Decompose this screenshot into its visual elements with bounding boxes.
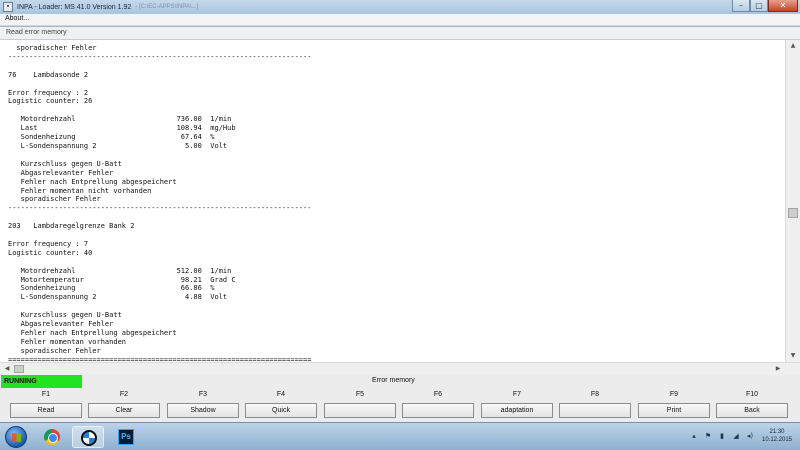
- f5-button[interactable]: [324, 403, 396, 418]
- vertical-scroll-thumb[interactable]: [788, 208, 798, 218]
- battery-icon[interactable]: ▮: [718, 432, 726, 440]
- output-line: L-Sondenspannung 2 4.88 Volt: [8, 293, 228, 302]
- output-line: 76 Lambdasonde 2: [8, 70, 89, 79]
- output-line: Sondenheizung 66.86 %: [8, 284, 215, 293]
- fkey-label-f4: F4: [276, 391, 286, 398]
- output-line: ----------------------------------------…: [8, 204, 312, 213]
- network-icon[interactable]: ◢: [732, 432, 740, 440]
- bmw-inpa-icon[interactable]: [72, 426, 104, 448]
- output-line: Fehler nach Entprellung abgespeichert: [8, 329, 177, 337]
- fkey-label-f6: F6: [433, 391, 443, 398]
- output-line: Abgasrelevanter Fehler: [8, 168, 114, 177]
- output-line: sporadischer Fehler: [8, 195, 101, 204]
- fkey-label-f2: F2: [119, 391, 129, 398]
- output-line: Logistic counter: 26: [8, 97, 93, 106]
- maximize-icon: ▢: [755, 1, 763, 10]
- status-running: RUNNING: [1, 375, 82, 388]
- app-icon: ▪: [3, 2, 13, 12]
- screen-title: Error memory: [372, 377, 415, 384]
- horizontal-scrollbar[interactable]: ◀ ▶: [0, 362, 800, 375]
- fkey-label-f10: F10: [745, 391, 759, 398]
- fkey-label-f5: F5: [355, 391, 365, 398]
- fkey-label-f1: F1: [41, 391, 51, 398]
- fkey-label-f3: F3: [198, 391, 208, 398]
- output-line: Abgasrelevanter Fehler: [8, 320, 114, 329]
- output-line: Error frequency : 2: [8, 88, 89, 97]
- clock[interactable]: 21:30 10.12.2015: [757, 428, 797, 444]
- output-line: Motordrehzahl 736.00 1/min: [8, 115, 232, 124]
- output-line: Fehler momentan nicht vorhanden: [8, 186, 152, 195]
- system-tray: ▴ ⚑ ▮ ◢ ◂): [690, 432, 754, 440]
- fkey-label-f9: F9: [669, 391, 679, 398]
- output-line: 203 Lambdaregelgrenze Bank 2: [8, 222, 135, 231]
- maximize-button[interactable]: ▢: [750, 0, 768, 12]
- flag-icon[interactable]: ⚑: [704, 432, 712, 440]
- scroll-left-icon[interactable]: ◀: [1, 363, 13, 375]
- window-title-path: - [C:\EC-APPS\INPA\...]: [135, 4, 199, 10]
- scroll-down-icon[interactable]: ▼: [786, 350, 800, 362]
- chrome-icon[interactable]: [36, 426, 68, 448]
- scroll-up-icon[interactable]: ▲: [786, 40, 800, 52]
- error-memory-output[interactable]: sporadischer Fehler ---------------------…: [0, 40, 785, 362]
- output-line: sporadischer Fehler: [8, 44, 97, 52]
- fkey-label-f8: F8: [590, 391, 600, 398]
- f8-button[interactable]: [559, 403, 631, 418]
- output-line: Logistic counter: 40: [8, 248, 93, 257]
- function-key-bar: F1 F2 F3 F4 F5 F6 F7 F8 F9 F10 Read Clea…: [0, 388, 800, 422]
- minimize-button[interactable]: –: [732, 0, 750, 12]
- scroll-right-icon[interactable]: ▶: [772, 363, 784, 375]
- output-line: L-Sondenspannung 2 5.00 Volt: [8, 141, 228, 150]
- photoshop-icon[interactable]: Ps: [110, 426, 142, 448]
- title-bar[interactable]: ▪ INPA - Loader: MS 41.0 Version 1.92 - …: [0, 0, 800, 14]
- clear-button[interactable]: Clear: [88, 403, 160, 418]
- output-line: Fehler momentan vorhanden: [8, 337, 127, 346]
- output-line: Last 108.94 mg/Hub: [8, 124, 236, 133]
- window-title: INPA - Loader: MS 41.0 Version 1.92: [17, 3, 132, 11]
- output-line: Fehler nach Entprellung abgespeichert: [8, 177, 177, 186]
- fkey-label-f7: F7: [512, 391, 522, 398]
- output-line: Sondenheizung 67.64 %: [8, 133, 215, 142]
- menu-bar: About...: [0, 14, 800, 26]
- quick-button[interactable]: Quick: [245, 403, 317, 418]
- clock-time: 21:30: [769, 429, 785, 435]
- shadow-button[interactable]: Shadow: [167, 403, 239, 418]
- panel-label: Read error memory: [6, 29, 67, 36]
- output-line: Kurzschluss gegen U-Batt: [8, 311, 122, 320]
- close-icon: ✕: [779, 1, 787, 10]
- output-line: Motortemperatur 98.21 Grad C: [8, 275, 236, 284]
- output-line: ----------------------------------------…: [8, 52, 312, 61]
- minimize-icon: –: [739, 1, 743, 10]
- panel-header: Read error memory: [0, 27, 800, 40]
- volume-icon[interactable]: ◂): [746, 432, 754, 440]
- taskbar: Ps ▴ ⚑ ▮ ◢ ◂) 21:30 10.12.2015: [0, 422, 800, 450]
- print-button[interactable]: Print: [638, 403, 710, 418]
- start-button[interactable]: [5, 426, 27, 448]
- status-bar: RUNNING Error memory: [0, 375, 800, 388]
- clock-date: 10.12.2015: [761, 437, 793, 443]
- menu-about[interactable]: About...: [5, 15, 29, 22]
- adaptation-button[interactable]: adaptation: [481, 403, 553, 418]
- output-line: sporadischer Fehler: [8, 346, 101, 355]
- output-line: Kurzschluss gegen U-Batt: [8, 159, 122, 168]
- read-button[interactable]: Read: [10, 403, 82, 418]
- output-line: Motordrehzahl 512.00 1/min: [8, 266, 232, 275]
- chevron-up-icon[interactable]: ▴: [690, 432, 698, 440]
- horizontal-scroll-thumb[interactable]: [14, 365, 24, 373]
- close-button[interactable]: ✕: [768, 0, 798, 12]
- f6-button[interactable]: [402, 403, 474, 418]
- error-memory-text: sporadischer Fehler ---------------------…: [8, 44, 311, 362]
- back-button[interactable]: Back: [716, 403, 788, 418]
- vertical-scrollbar[interactable]: ▲ ▼: [785, 40, 800, 362]
- output-line: Error frequency : 7: [8, 239, 89, 248]
